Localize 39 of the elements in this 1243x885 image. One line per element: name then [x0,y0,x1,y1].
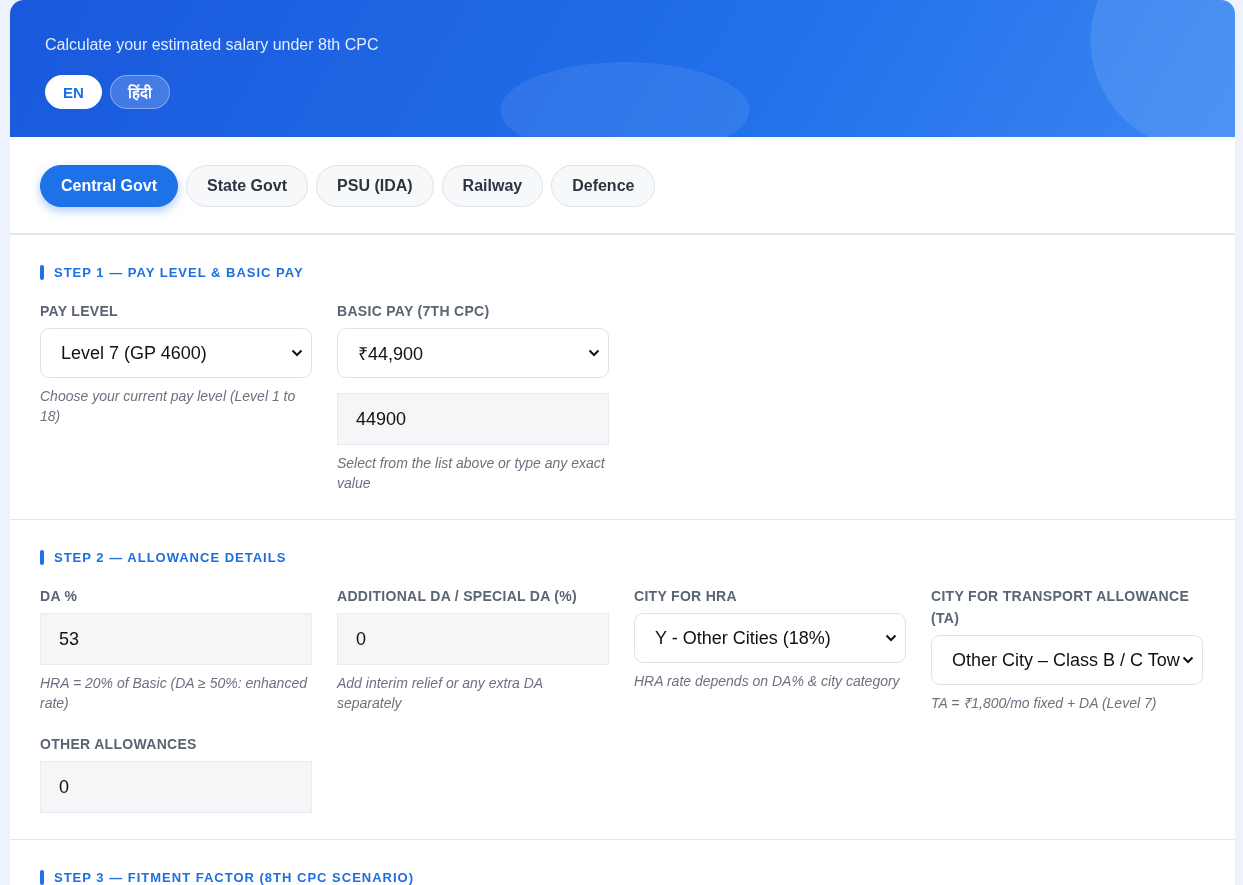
dropdown[interactable]: Y - Other Cities (18%) [634,613,906,663]
field-label: ADDITIONAL DA / SPECIAL DA (%) [337,587,578,606]
field-label: CITY FOR TRANSPORT ALLOWANCE (TA) [931,587,1191,628]
step-heading: STEP 2 — ALLOWANCE DETAILS [54,550,287,565]
category-tab[interactable]: PSU (IDA) [316,165,434,207]
field-label: CITY FOR HRA [634,587,738,606]
dropdown[interactable]: Other City – Class B / C Tow [931,635,1203,685]
accent-bar [40,550,44,565]
field-hint: HRA rate depends on DA% & city category [634,672,901,691]
dropdown[interactable]: Level 7 (GP 4600) [40,328,312,378]
field-hint: Add interim relief or any extra DA separately [337,674,544,713]
category-tab[interactable]: State Govt [186,165,309,207]
step-heading: STEP 1 — PAY LEVEL & BASIC PAY [54,265,304,280]
input-field[interactable]: 0 [40,761,312,813]
step-heading: STEP 3 — FITMENT FACTOR (8TH CPC SCENARIO) [54,870,415,885]
chevron-icon [1182,656,1194,664]
accent-bar [40,265,44,280]
input-field[interactable]: 44900 [337,393,609,445]
field-hint: HRA = 20% of Basic (DA ≥ 50%: enhanced rate) [40,674,309,713]
field-label: BASIC PAY (7TH CPC) [337,302,491,321]
language-toggle[interactable]: EN [45,75,102,109]
field-hint: Select from the list above or type any exact value [337,454,606,493]
field-label: DA % [40,587,79,606]
field-label: PAY LEVEL [40,302,119,321]
chevron-icon [885,634,897,642]
field-hint: Choose your current pay level (Level 1 to 18) [40,387,297,426]
field-hint: TA = ₹1,800/mo fixed + DA (Level 7) [931,694,1158,713]
category-tab[interactable]: Defence [551,165,656,207]
language-toggle[interactable]: हिंदी [109,75,170,109]
header-subtitle: Calculate your estimated salary under 8th CPC [45,36,380,54]
dropdown[interactable]: ₹44,900 [337,328,609,378]
category-tab[interactable]: Railway [441,165,544,207]
accent-bar [40,870,44,885]
chevron-icon [588,349,600,357]
chevron-icon [291,349,303,357]
category-tab[interactable]: Central Govt [40,165,178,207]
input-field[interactable]: 0 [337,613,609,665]
input-field[interactable]: 53 [40,613,312,665]
field-label: OTHER ALLOWANCES [40,735,198,754]
